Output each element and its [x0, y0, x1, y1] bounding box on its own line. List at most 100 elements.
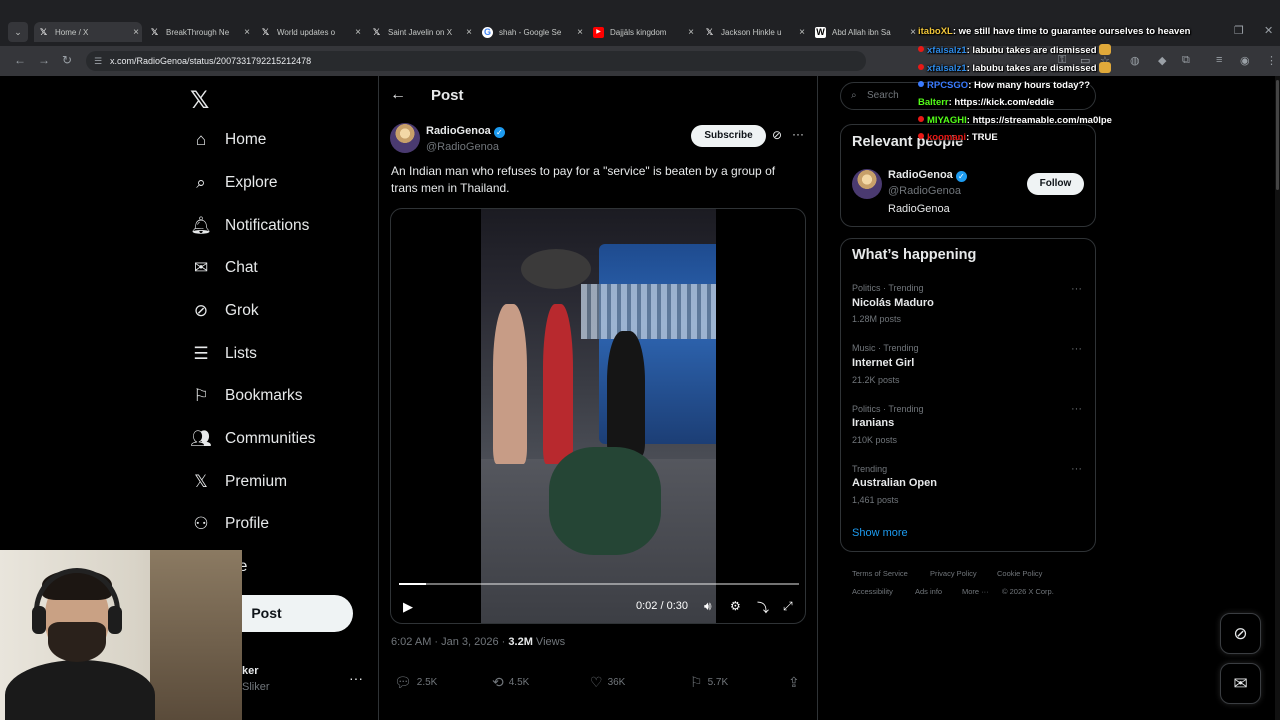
- scrollbar-thumb[interactable]: [1276, 80, 1279, 190]
- nav-item-notifications[interactable]: 🔔︎ Notifications: [190, 211, 309, 241]
- fullscreen-icon[interactable]: ⤢: [783, 599, 793, 614]
- more-options-icon[interactable]: ···: [1071, 403, 1082, 415]
- browser-tab[interactable]: ▶ Dajjāls kingdom ×: [589, 22, 697, 42]
- video-player[interactable]: ▶ 0:02 / 0:30 🔊︎ ⚙ ⤵ ⤢: [390, 208, 806, 624]
- close-icon[interactable]: ×: [352, 27, 364, 38]
- subscribe-button[interactable]: Subscribe: [691, 125, 766, 147]
- chat-username: xfaisalz1: [927, 45, 967, 56]
- bookmark-button[interactable]: ⚐ 5.7K: [690, 674, 728, 691]
- footer-link[interactable]: Accessibility: [852, 587, 893, 596]
- video-scene: [493, 304, 527, 464]
- reply-button[interactable]: 💬︎ 2.5K: [394, 674, 437, 691]
- nav-item-chat[interactable]: ✉ Chat: [190, 253, 258, 283]
- follow-button[interactable]: Follow: [1027, 173, 1084, 195]
- footer-link[interactable]: More ···: [962, 587, 989, 596]
- video-scene: [607, 331, 645, 456]
- url-field[interactable]: ☰ x.com/RadioGenoa/status/20073317922152…: [86, 51, 866, 71]
- whats-happening-title: What’s happening: [852, 247, 977, 263]
- close-icon[interactable]: ×: [130, 27, 142, 38]
- badge-icon: [918, 81, 924, 87]
- badge-icon: [918, 46, 924, 52]
- nav-label: Notifications: [225, 217, 310, 234]
- x-logo-icon[interactable]: 𝕏: [190, 86, 209, 115]
- relevant-name[interactable]: RadioGenoa ✓: [888, 169, 967, 182]
- account-name[interactable]: ker: [242, 665, 259, 677]
- repost-button[interactable]: ⟲ 4.5K: [492, 674, 529, 691]
- like-button[interactable]: ♡ 36K: [590, 674, 625, 691]
- settings-icon[interactable]: ⚙: [730, 599, 741, 613]
- extension-icon[interactable]: ◆: [1158, 54, 1166, 67]
- browser-tab[interactable]: 𝕏 Jackson Hinkle u ×: [700, 22, 808, 42]
- back-arrow-icon[interactable]: ←: [390, 86, 406, 104]
- nav-item-home[interactable]: ⌂ Home: [190, 125, 267, 155]
- messages-fab-button[interactable]: ✉: [1220, 663, 1261, 704]
- restore-icon[interactable]: ❐: [1234, 24, 1244, 37]
- forward-icon[interactable]: →: [38, 53, 50, 67]
- nav-label: Bookmarks: [225, 387, 303, 404]
- emote-icon: [1098, 44, 1111, 55]
- footer-link[interactable]: Cookie Policy: [997, 569, 1042, 578]
- account-handle[interactable]: Sliker: [242, 681, 270, 693]
- reload-icon[interactable]: ↻: [62, 53, 72, 67]
- back-icon[interactable]: ←: [14, 53, 26, 67]
- trend-category: Politics · Trending: [852, 283, 924, 293]
- post-timestamp[interactable]: 6:02 AM · Jan 3, 2026 ·: [391, 636, 508, 648]
- footer-link[interactable]: Privacy Policy: [930, 569, 977, 578]
- video-scene: [549, 447, 661, 555]
- footer-link[interactable]: Ads info: [915, 587, 942, 596]
- tab-search-button[interactable]: ⌄: [8, 22, 28, 42]
- chat-username: koomani: [927, 132, 967, 143]
- grok-icon[interactable]: ⊘: [772, 128, 782, 142]
- account-more-icon[interactable]: ···: [349, 670, 363, 686]
- close-icon[interactable]: ×: [685, 27, 697, 38]
- browser-tab[interactable]: W Abd Allah ibn Sa ×: [811, 22, 919, 42]
- nav-item-explore[interactable]: ⌕ Explore: [190, 168, 277, 198]
- chat-message: koomani: TRUE: [918, 132, 998, 143]
- browser-tab[interactable]: 𝕏 Saint Javelin on X ×: [367, 22, 475, 42]
- relevant-handle[interactable]: @RadioGenoa: [888, 185, 961, 197]
- show-more-link[interactable]: Show more: [852, 527, 908, 539]
- site-info-icon[interactable]: ☰: [94, 51, 102, 71]
- person-icon: ⚇: [193, 514, 209, 533]
- close-icon[interactable]: ×: [463, 27, 475, 38]
- picture-in-picture-icon[interactable]: ⤵: [757, 599, 769, 616]
- browser-tab[interactable]: 𝕏 BreakThrough Ne ×: [145, 22, 253, 42]
- nav-item-profile[interactable]: ⚇ Profile: [190, 509, 269, 539]
- close-window-icon[interactable]: ✕: [1264, 24, 1273, 37]
- browser-tab[interactable]: 𝕏 World updates o ×: [256, 22, 364, 42]
- volume-icon[interactable]: 🔊︎: [704, 599, 712, 614]
- nav-item-lists[interactable]: ☰ Lists: [190, 339, 257, 369]
- share-button[interactable]: ⇪: [788, 674, 805, 691]
- headphone-cup: [32, 606, 46, 634]
- browser-tab[interactable]: 𝕏 Home / X ×: [34, 22, 142, 42]
- extension-icon[interactable]: ◍: [1130, 54, 1140, 67]
- relevant-avatar[interactable]: [852, 169, 882, 199]
- search-icon: ⌕: [851, 90, 857, 101]
- more-options-icon[interactable]: ···: [1071, 463, 1082, 475]
- more-options-icon[interactable]: ···: [1071, 343, 1082, 355]
- more-options-icon[interactable]: ···: [1071, 283, 1082, 295]
- more-options-icon[interactable]: ···: [792, 127, 804, 141]
- author-avatar[interactable]: [390, 123, 420, 153]
- verified-badge-icon: ✓: [493, 127, 505, 138]
- close-icon[interactable]: ×: [796, 27, 808, 38]
- close-icon[interactable]: ×: [241, 27, 253, 38]
- nav-item-communities[interactable]: 👥︎ Communities: [190, 424, 315, 454]
- video-progress-bar[interactable]: [399, 583, 799, 585]
- play-icon[interactable]: ▶: [403, 599, 413, 615]
- close-icon[interactable]: ×: [574, 27, 586, 38]
- menu-icon[interactable]: ⋮: [1266, 54, 1277, 67]
- footer-link[interactable]: Terms of Service: [852, 569, 908, 578]
- author-name[interactable]: RadioGenoa ✓: [426, 125, 505, 138]
- chat-username: RPCSGO: [927, 80, 969, 91]
- author-handle[interactable]: @RadioGenoa: [426, 141, 499, 153]
- chat-username: MIYAGHI: [927, 115, 967, 126]
- nav-item-bookmarks[interactable]: ⚐ Bookmarks: [190, 381, 303, 411]
- browser-tab[interactable]: G shah - Google Se ×: [478, 22, 586, 42]
- profile-avatar-icon[interactable]: ◉: [1240, 54, 1250, 67]
- grok-fab-button[interactable]: ⊘: [1220, 613, 1261, 654]
- nav-item-grok[interactable]: ⊘ Grok: [190, 296, 259, 326]
- reading-list-icon[interactable]: ≡: [1216, 54, 1222, 66]
- nav-item-premium[interactable]: 𝕏 Premium: [190, 467, 287, 497]
- extensions-puzzle-icon[interactable]: ⧉: [1182, 54, 1190, 67]
